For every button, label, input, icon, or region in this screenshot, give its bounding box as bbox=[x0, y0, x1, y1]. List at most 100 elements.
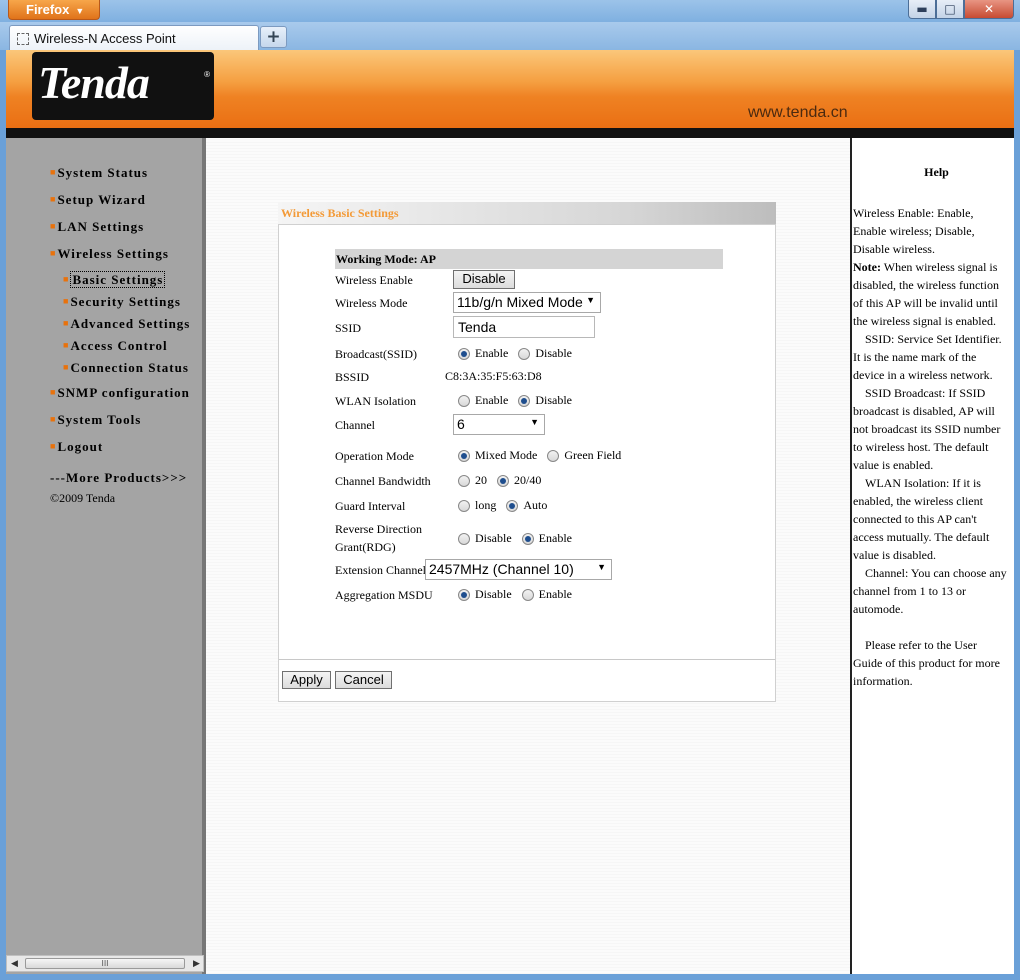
sidebar-item-setup-wizard[interactable]: ■Setup Wizard bbox=[50, 192, 146, 208]
sidebar-item-label: Advanced Settings bbox=[70, 316, 191, 331]
sidebar-item-label: System Status bbox=[57, 165, 149, 180]
dropdown-arrow-icon: ▼ bbox=[530, 417, 539, 427]
broadcast-disable-radio[interactable] bbox=[518, 347, 531, 360]
minimize-button[interactable]: ▬ bbox=[908, 0, 936, 19]
bullet-icon: ■ bbox=[50, 441, 57, 451]
extension-channel-value: 2457MHz (Channel 10) bbox=[429, 561, 574, 577]
sidebar-item-connection-status[interactable]: ■Connection Status bbox=[63, 360, 189, 376]
sidebar-item-system-tools[interactable]: ■System Tools bbox=[50, 412, 141, 428]
wireless-mode-select[interactable]: 11b/g/n Mixed Mode ▼ bbox=[453, 292, 601, 313]
help-channel: Channel: You can choose any channel from… bbox=[853, 566, 1007, 616]
ssid-input[interactable]: Tenda bbox=[453, 316, 595, 338]
bssid-value: C8:3A:35:F5:63:D8 bbox=[445, 369, 542, 383]
bullet-icon: ■ bbox=[50, 221, 57, 231]
isolation-enable-radio[interactable] bbox=[458, 394, 470, 407]
more-products-link[interactable]: ---More Products>>> bbox=[50, 470, 187, 486]
sidebar-item-wireless-settings[interactable]: ■Wireless Settings bbox=[50, 246, 169, 262]
rdg-label-line1: Reverse Direction bbox=[335, 522, 422, 536]
broadcast-enable-radio[interactable] bbox=[458, 347, 470, 360]
help-ssid-broadcast: SSID Broadcast: If SSID broadcast is dis… bbox=[853, 386, 1001, 472]
broadcast-ssid-label: Broadcast(SSID) bbox=[335, 347, 417, 361]
channel-select[interactable]: 6 ▼ bbox=[453, 414, 545, 435]
firefox-menu-button[interactable]: Firefox ▼ bbox=[8, 0, 100, 20]
msdu-disable-radio[interactable] bbox=[458, 588, 470, 601]
help-title: Help bbox=[924, 165, 949, 179]
mixed-mode-radio[interactable] bbox=[458, 449, 470, 462]
sidebar-item-access-control[interactable]: ■Access Control bbox=[63, 338, 168, 354]
sidebar-item-logout[interactable]: ■Logout bbox=[50, 439, 103, 455]
title-bar: Firefox ▼ ▬ □ ✕ bbox=[0, 0, 1020, 22]
radio-label: Disable bbox=[535, 346, 572, 360]
apply-button[interactable]: Apply bbox=[282, 671, 331, 689]
sidebar-item-label: Access Control bbox=[70, 338, 168, 353]
extension-channel-select[interactable]: 2457MHz (Channel 10) ▼ bbox=[425, 559, 612, 580]
green-field-radio[interactable] bbox=[547, 449, 560, 462]
sidebar-item-lan-settings[interactable]: ■LAN Settings bbox=[50, 219, 144, 235]
maximize-button[interactable]: □ bbox=[936, 0, 964, 19]
section-title: Wireless Basic Settings bbox=[278, 202, 776, 224]
site-url: www.tenda.cn bbox=[748, 104, 848, 121]
wireless-mode-value: 11b/g/n Mixed Mode bbox=[457, 294, 583, 310]
scroll-thumb[interactable]: III bbox=[25, 958, 185, 969]
tenda-logo: Tenda ® bbox=[32, 52, 214, 120]
bullet-icon: ■ bbox=[50, 194, 57, 204]
radio-label: Disable bbox=[475, 587, 512, 601]
msdu-enable-radio[interactable] bbox=[521, 588, 534, 601]
ssid-label: SSID bbox=[335, 321, 362, 335]
radio-label: Enable bbox=[475, 393, 509, 407]
bullet-icon: ■ bbox=[63, 362, 70, 372]
wlan-isolation-radio-group: Enable Disable bbox=[458, 393, 582, 408]
sidebar-item-advanced-settings[interactable]: ■Advanced Settings bbox=[63, 316, 190, 332]
horizontal-scrollbar[interactable]: ◀ III ▶ bbox=[6, 955, 204, 972]
sidebar-item-label: System Tools bbox=[57, 412, 142, 427]
sidebar-item-basic-settings[interactable]: ■ Basic Settings bbox=[63, 271, 166, 288]
isolation-disable-radio[interactable] bbox=[518, 394, 531, 407]
sidebar-item-security-settings[interactable]: ■Security Settings bbox=[63, 294, 181, 310]
aggregation-msdu-radio-group: Disable Enable bbox=[458, 587, 582, 602]
new-tab-button[interactable]: + bbox=[260, 26, 287, 48]
form-divider bbox=[279, 659, 775, 660]
bullet-icon: ■ bbox=[50, 248, 57, 258]
close-window-button[interactable]: ✕ bbox=[964, 0, 1014, 19]
bandwidth-20-radio[interactable] bbox=[458, 474, 470, 487]
copyright: ©2009 Tenda bbox=[50, 491, 116, 505]
guard-interval-label: Guard Interval bbox=[335, 499, 406, 513]
radio-label: Green Field bbox=[564, 448, 622, 462]
wireless-enable-label: Wireless Enable bbox=[335, 273, 413, 287]
bullet-icon: ■ bbox=[63, 318, 70, 328]
sidebar-item-label: SNMP configuration bbox=[57, 385, 190, 400]
rdg-label: Reverse Direction Grant(RDG) bbox=[335, 520, 422, 556]
settings-panel: Working Mode: AP Wireless Enable Disable… bbox=[278, 224, 776, 702]
channel-bandwidth-radio-group: 20 20/40 bbox=[458, 473, 551, 488]
rdg-disable-radio[interactable] bbox=[458, 532, 470, 545]
scroll-left-icon[interactable]: ◀ bbox=[11, 958, 18, 969]
radio-label: Disable bbox=[535, 393, 572, 407]
sidebar-nav: ■System Status ■Setup Wizard ■LAN Settin… bbox=[6, 138, 202, 974]
browser-tab[interactable]: Wireless-N Access Point bbox=[9, 25, 259, 50]
header-banner: Tenda ® www.tenda.cn bbox=[6, 50, 1014, 128]
radio-label: 20/40 bbox=[514, 473, 542, 487]
radio-label: Enable bbox=[538, 531, 572, 545]
window-controls: ▬ □ ✕ bbox=[908, 0, 1014, 19]
aggregation-msdu-label: Aggregation MSDU bbox=[335, 588, 433, 602]
scroll-right-icon[interactable]: ▶ bbox=[193, 958, 200, 969]
help-ssid: SSID: Service Set Identifier. It is the … bbox=[853, 332, 1002, 382]
help-refer: Please refer to the User Guide of this p… bbox=[853, 638, 1000, 688]
guard-auto-radio[interactable] bbox=[506, 499, 519, 512]
page-viewport: Tenda ® www.tenda.cn ■System Status ■Set… bbox=[6, 50, 1014, 974]
bandwidth-20-40-radio[interactable] bbox=[497, 474, 509, 487]
radio-label: Enable bbox=[538, 587, 572, 601]
radio-label: Mixed Mode bbox=[475, 448, 538, 462]
tab-title: Wireless-N Access Point bbox=[34, 31, 176, 46]
extension-channel-label: Extension Channel bbox=[335, 563, 426, 577]
sidebar-item-system-status[interactable]: ■System Status bbox=[50, 165, 148, 181]
guard-long-radio[interactable] bbox=[458, 499, 470, 512]
sidebar-item-snmp-configuration[interactable]: ■SNMP configuration bbox=[50, 385, 190, 401]
help-wlan-isolation: WLAN Isolation: If it is enabled, the wi… bbox=[853, 476, 990, 562]
logo-text: Tenda bbox=[38, 57, 150, 108]
wireless-disable-button[interactable]: Disable bbox=[453, 270, 515, 289]
cancel-button[interactable]: Cancel bbox=[335, 671, 392, 689]
main-content: Wireless Basic Settings Working Mode: AP… bbox=[206, 138, 850, 974]
help-note: Note: When wireless signal is disabled, … bbox=[853, 258, 1008, 330]
rdg-enable-radio[interactable] bbox=[521, 532, 534, 545]
